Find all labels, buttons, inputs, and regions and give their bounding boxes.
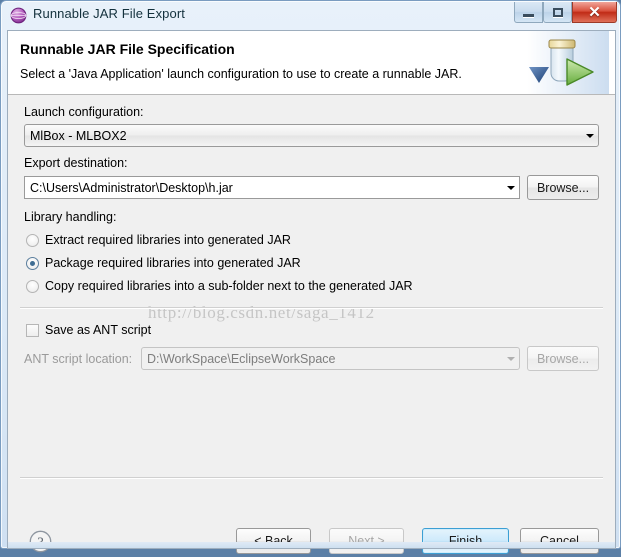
window-bottom-edge bbox=[7, 542, 616, 549]
chevron-down-icon[interactable] bbox=[502, 177, 519, 198]
checkbox-label: Save as ANT script bbox=[45, 323, 152, 337]
checkbox-indicator[interactable] bbox=[26, 323, 39, 337]
radio-label: Extract required libraries into generate… bbox=[45, 233, 291, 247]
save-as-ant-script-checkbox[interactable]: Save as ANT script bbox=[26, 323, 151, 337]
launch-configuration-label: Launch configuration: bbox=[24, 105, 144, 119]
radio-label: Package required libraries into generate… bbox=[45, 256, 301, 270]
back-button[interactable]: < Back bbox=[236, 528, 311, 554]
jar-export-icon bbox=[527, 31, 609, 94]
ant-script-location-label: ANT script location: bbox=[24, 352, 133, 366]
maximize-button[interactable] bbox=[543, 2, 572, 23]
close-button[interactable]: ✕ bbox=[572, 2, 617, 23]
export-destination-combo[interactable]: C:\Users\Administrator\Desktop\h.jar bbox=[24, 176, 520, 199]
radio-copy-libraries[interactable]: Copy required libraries into a sub-folde… bbox=[26, 279, 413, 293]
window-title: Runnable JAR File Export bbox=[33, 6, 185, 21]
restore-icon bbox=[552, 7, 563, 17]
dialog-client-area: Runnable JAR File Specification Select a… bbox=[7, 30, 616, 554]
launch-configuration-combo[interactable]: MlBox - MLBOX2 bbox=[24, 124, 599, 147]
ant-script-location-value: D:\WorkSpace\EclipseWorkSpace bbox=[147, 351, 336, 366]
page-title: Runnable JAR File Specification bbox=[20, 41, 235, 57]
watermark-text: http://blog.csdn.net/saga_1412 bbox=[148, 303, 375, 322]
browse-destination-button[interactable]: Browse... bbox=[527, 175, 599, 200]
export-destination-value[interactable]: C:\Users\Administrator\Desktop\h.jar bbox=[25, 181, 502, 195]
export-destination-label: Export destination: bbox=[24, 156, 128, 170]
dialog-window: Runnable JAR File Export ✕ Runnable JAR … bbox=[0, 0, 621, 554]
wizard-banner: Runnable JAR File Specification Select a… bbox=[8, 31, 615, 95]
page-description: Select a 'Java Application' launch confi… bbox=[20, 67, 462, 81]
chevron-down-icon[interactable] bbox=[502, 348, 519, 369]
next-button[interactable]: Next > bbox=[329, 528, 404, 554]
wizard-content: Launch configuration: MlBox - MLBOX2 Exp… bbox=[8, 95, 615, 477]
finish-button[interactable]: Finish bbox=[422, 528, 509, 554]
title-bar: Runnable JAR File Export ✕ bbox=[1, 1, 621, 30]
minimize-button[interactable] bbox=[514, 2, 543, 23]
radio-package-libraries[interactable]: Package required libraries into generate… bbox=[26, 256, 301, 270]
radio-extract-libraries[interactable]: Extract required libraries into generate… bbox=[26, 233, 291, 247]
minimize-icon bbox=[523, 13, 534, 17]
section-divider bbox=[20, 307, 603, 309]
library-handling-label: Library handling: bbox=[24, 210, 117, 224]
radio-indicator[interactable] bbox=[26, 279, 39, 293]
globe-icon bbox=[10, 7, 27, 24]
cancel-button[interactable]: Cancel bbox=[520, 528, 599, 554]
radio-indicator[interactable] bbox=[26, 233, 39, 247]
chevron-down-icon[interactable] bbox=[581, 125, 598, 146]
ant-script-location-combo[interactable]: D:\WorkSpace\EclipseWorkSpace bbox=[141, 347, 520, 370]
footer-divider bbox=[20, 477, 603, 479]
radio-indicator[interactable] bbox=[26, 256, 39, 270]
close-icon: ✕ bbox=[588, 3, 601, 21]
browse-ant-location-button[interactable]: Browse... bbox=[527, 346, 599, 371]
launch-configuration-value: MlBox - MLBOX2 bbox=[30, 128, 127, 143]
radio-label: Copy required libraries into a sub-folde… bbox=[45, 279, 413, 293]
